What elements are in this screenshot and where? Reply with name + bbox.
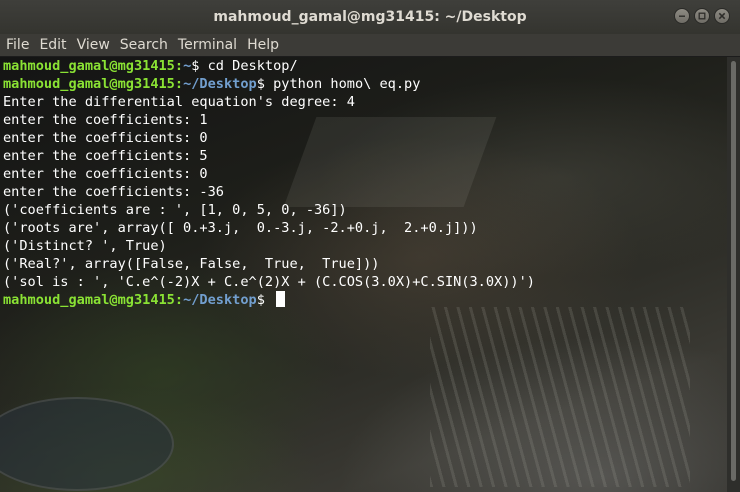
- prompt-line: mahmoud_gamal@mg31415:~/Desktop$ python …: [3, 75, 535, 93]
- output-line: ('roots are', array([ 0.+3.j, 0.-3.j, -2…: [3, 219, 535, 237]
- maximize-icon[interactable]: [694, 8, 710, 24]
- output-line: ('Real?', array([False, False, True, Tru…: [3, 255, 535, 273]
- prompt-line: mahmoud_gamal@mg31415:~$ cd Desktop/: [3, 57, 535, 75]
- text-cursor: [276, 291, 286, 307]
- output-text: ('Real?', array([False, False, True, Tru…: [3, 256, 380, 272]
- output-text: enter the coefficients: 1: [3, 112, 208, 128]
- prompt-line: mahmoud_gamal@mg31415:~/Desktop$: [3, 291, 535, 309]
- output-line: enter the coefficients: 0: [3, 129, 535, 147]
- output-line: enter the coefficients: 1: [3, 111, 535, 129]
- menu-search[interactable]: Search: [115, 37, 173, 53]
- window-title: mahmoud_gamal@mg31415: ~/Desktop: [213, 9, 527, 25]
- output-line: enter the coefficients: 5: [3, 147, 535, 165]
- output-text: ('sol is : ', 'C.e^(-2)X + C.e^(2)X + (C…: [3, 274, 535, 290]
- menu-terminal[interactable]: Terminal: [173, 37, 242, 53]
- prompt-user: mahmoud_gamal@mg31415: [3, 58, 175, 74]
- terminal-window: mahmoud_gamal@mg31415: ~/Desktop File Ed…: [0, 0, 740, 492]
- output-text: ('Distinct? ', True): [3, 238, 167, 254]
- output-line: enter the coefficients: -36: [3, 183, 535, 201]
- terminal-text: mahmoud_gamal@mg31415:~$ cd Desktop/mahm…: [3, 57, 535, 309]
- output-text: enter the coefficients: 0: [3, 130, 208, 146]
- output-line: ('coefficients are : ', [1, 0, 5, 0, -36…: [3, 201, 535, 219]
- title-bar[interactable]: mahmoud_gamal@mg31415: ~/Desktop: [0, 0, 740, 35]
- prompt-separator: :: [174, 76, 184, 92]
- output-line: ('sol is : ', 'C.e^(-2)X + C.e^(2)X + (C…: [3, 273, 535, 291]
- menu-file[interactable]: File: [0, 37, 34, 53]
- scrollbar-thumb[interactable]: [731, 61, 736, 481]
- output-line: enter the coefficients: 0: [3, 165, 535, 183]
- window-controls: [674, 8, 730, 24]
- minimize-icon[interactable]: [674, 8, 690, 24]
- prompt-separator: :: [174, 58, 184, 74]
- command-text: $ python homo\ eq.py: [256, 76, 421, 92]
- prompt-user: mahmoud_gamal@mg31415: [3, 76, 175, 92]
- menu-bar: File Edit View Search Terminal Help: [0, 34, 740, 56]
- output-text: enter the coefficients: -36: [3, 184, 224, 200]
- prompt-separator: :: [174, 292, 184, 308]
- output-text: Enter the differential equation's degree…: [3, 94, 355, 110]
- output-text: ('coefficients are : ', [1, 0, 5, 0, -36…: [3, 202, 347, 218]
- prompt-path: ~/Desktop: [183, 292, 257, 308]
- background-building-facade: [430, 307, 690, 487]
- prompt-user: mahmoud_gamal@mg31415: [3, 292, 175, 308]
- scrollbar[interactable]: [727, 57, 740, 492]
- command-text: $: [256, 292, 274, 308]
- close-icon[interactable]: [714, 8, 730, 24]
- menu-edit[interactable]: Edit: [34, 37, 71, 53]
- output-text: ('roots are', array([ 0.+3.j, 0.-3.j, -2…: [3, 220, 478, 236]
- output-text: enter the coefficients: 0: [3, 166, 208, 182]
- prompt-path: ~/Desktop: [183, 76, 257, 92]
- terminal-output[interactable]: mahmoud_gamal@mg31415:~$ cd Desktop/mahm…: [0, 57, 727, 492]
- menu-help[interactable]: Help: [242, 37, 284, 53]
- menu-view[interactable]: View: [72, 37, 115, 53]
- command-text: $ cd Desktop/: [191, 58, 298, 74]
- output-line: ('Distinct? ', True): [3, 237, 535, 255]
- background-dome: [0, 397, 174, 491]
- output-line: Enter the differential equation's degree…: [3, 93, 535, 111]
- output-text: enter the coefficients: 5: [3, 148, 208, 164]
